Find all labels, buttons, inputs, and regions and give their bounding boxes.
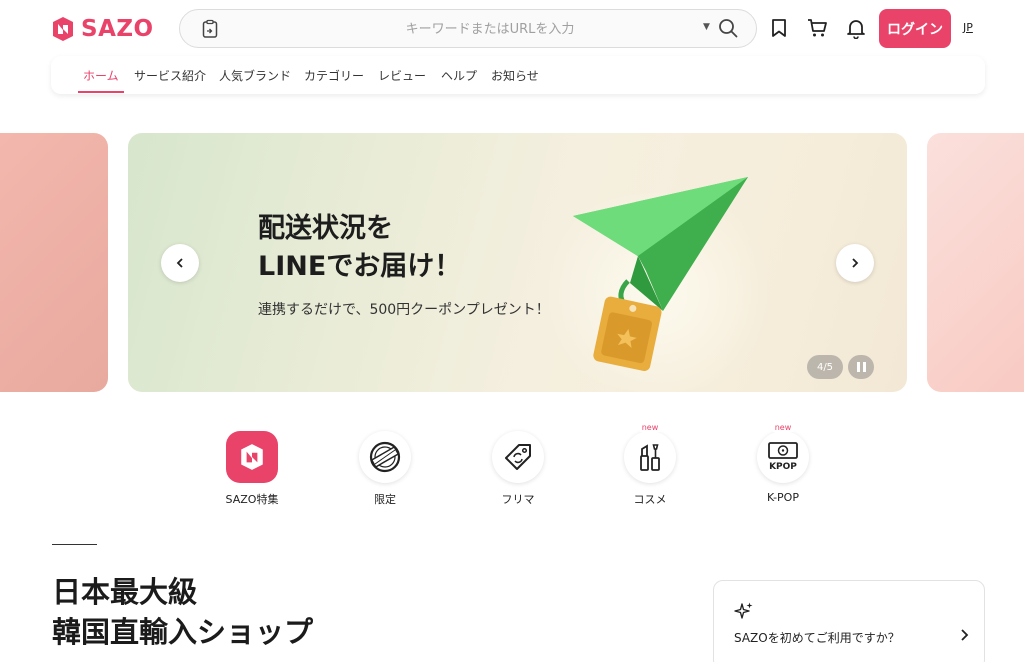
bell-icon[interactable] <box>845 17 867 39</box>
main-nav: ホーム サービス紹介 人気ブランド カテゴリー レビュー ヘルプ お知らせ <box>51 56 985 94</box>
nav-item-news[interactable]: お知らせ <box>491 67 539 84</box>
nav-item-help[interactable]: ヘルプ <box>441 67 477 84</box>
clipboard-icon[interactable] <box>200 19 220 39</box>
category-label: K-POP <box>767 491 799 504</box>
sparkle-icon <box>734 602 753 619</box>
banner-subtitle: 連携するだけで、500円クーポンプレゼント！ <box>258 302 550 318</box>
banner-title-line2: LINEでお届け！ <box>258 251 462 282</box>
search-input[interactable] <box>300 19 680 39</box>
new-badge: new <box>772 423 794 432</box>
search-icon[interactable] <box>717 17 739 39</box>
paper-plane-icon <box>573 177 748 371</box>
nav-item-brands[interactable]: 人気ブランド <box>219 67 291 84</box>
sazo-logo[interactable]: SAZO <box>51 14 154 44</box>
carousel-banner[interactable]: 配送状況を LINEでお届け！ 連携するだけで、500円クーポンプレゼント！ <box>128 133 907 392</box>
carousel-prev-slide[interactable] <box>0 133 108 392</box>
new-badge: new <box>639 423 661 432</box>
section-title-line2: 韓国直輸入ショップ <box>52 615 314 649</box>
banner-title-line1: 配送状況を <box>258 213 393 244</box>
chevron-left-icon <box>176 258 183 268</box>
category-kpop-tile: new KPOP <box>757 423 809 483</box>
nav-active-indicator <box>78 91 124 93</box>
kpop-icon: KPOP <box>768 442 798 472</box>
sazo-logo-icon <box>241 444 263 470</box>
category-sazo[interactable]: SAZO特集 <box>212 431 292 507</box>
limited-stamp-icon <box>369 441 401 473</box>
category-kpop[interactable]: new KPOP K-POP <box>743 423 823 504</box>
category-sazo-tile <box>226 431 278 483</box>
carousel-counter: 4/5 <box>807 355 843 379</box>
search-dropdown-icon[interactable]: ▼ <box>703 22 710 32</box>
first-time-guide-text: SAZOを初めてご利用ですか？ <box>734 631 900 645</box>
category-flea-market[interactable]: フリマ <box>478 431 558 507</box>
section-title: 日本最大級 韓国直輸入ショップ <box>52 572 313 652</box>
sazo-logo-icon <box>53 17 73 41</box>
category-label: コスメ <box>633 493 667 506</box>
carousel-prev-button[interactable] <box>161 244 199 282</box>
chevron-right-icon <box>961 629 969 641</box>
login-button[interactable]: ログイン <box>879 9 951 48</box>
price-tag-icon <box>505 444 531 470</box>
carousel-next-slide[interactable] <box>927 133 1024 392</box>
category-limited[interactable]: 限定 <box>345 431 425 507</box>
cosmetics-icon <box>640 444 660 471</box>
first-time-guide-card[interactable]: SAZOを初めてご利用ですか？ <box>713 580 985 662</box>
logo-text: SAZO <box>81 16 154 42</box>
search-bar[interactable]: ▼ <box>179 9 757 48</box>
category-limited-tile <box>359 431 411 483</box>
banner-title: 配送状況を LINEでお届け！ <box>258 210 461 286</box>
cart-icon[interactable] <box>806 17 828 39</box>
nav-item-service[interactable]: サービス紹介 <box>134 67 206 84</box>
section-divider <box>52 544 97 545</box>
kpop-icon-text: KPOP <box>769 462 797 472</box>
category-cosmetics-tile: new <box>624 423 676 483</box>
category-flea-market-tile <box>492 431 544 483</box>
category-label: フリマ <box>501 493 535 506</box>
carousel-next-button[interactable] <box>836 244 874 282</box>
nav-item-home[interactable]: ホーム <box>83 67 119 84</box>
category-label: SAZO特集 <box>225 493 279 506</box>
nav-item-reviews[interactable]: レビュー <box>378 67 426 84</box>
nav-item-categories[interactable]: カテゴリー <box>304 67 364 84</box>
category-cosmetics[interactable]: new コスメ <box>610 423 690 507</box>
carousel-pause-button[interactable] <box>848 355 874 379</box>
section-title-line1: 日本最大級 <box>52 575 198 609</box>
chevron-right-icon <box>852 258 859 268</box>
category-label: 限定 <box>374 493 396 506</box>
language-selector[interactable]: JP <box>963 21 973 34</box>
bookmark-icon[interactable] <box>768 17 790 39</box>
